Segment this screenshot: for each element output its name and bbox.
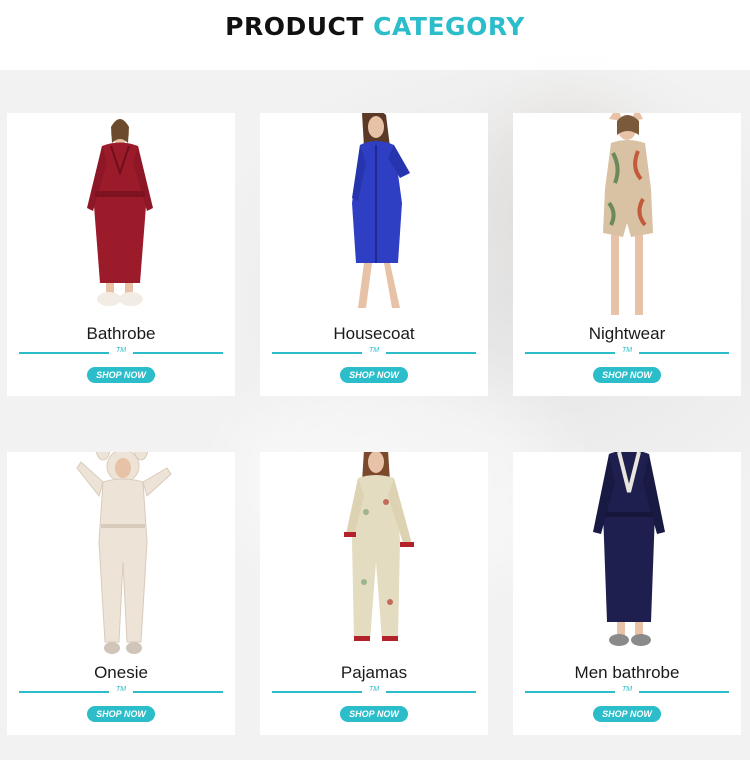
shop-now-button-pajamas[interactable]: SHOP NOW: [340, 706, 408, 722]
housecoat-figure-icon: [352, 113, 410, 308]
shop-now-button-nightwear[interactable]: SHOP NOW: [593, 367, 661, 383]
divider: TM: [19, 686, 223, 693]
divider: TM: [19, 347, 223, 354]
product-photo-nightwear[interactable]: [513, 113, 741, 323]
section-header: PRODUCT CATEGORY: [0, 0, 750, 70]
product-photo-onesie[interactable]: [7, 452, 235, 662]
divider: TM: [272, 686, 476, 693]
divider-right: [133, 352, 223, 354]
divider: TM: [525, 686, 729, 693]
product-name: Bathrobe: [86, 324, 156, 343]
product-card-pajamas[interactable]: Pajamas TM SHOP NOW: [260, 452, 488, 735]
product-name: Nightwear: [588, 324, 666, 343]
shop-now-button-bathrobe[interactable]: SHOP NOW: [87, 367, 155, 383]
product-card-bathrobe[interactable]: Bathrobe TM SHOP NOW: [7, 113, 235, 396]
product-card-men-bathrobe[interactable]: Men bathrobe TM SHOP NOW: [513, 452, 741, 735]
product-card-nightwear[interactable]: Nightwear TM SHOP NOW: [513, 113, 741, 396]
nightwear-figure-icon: [603, 113, 653, 315]
pajamas-figure-icon: [344, 452, 414, 641]
section-title: PRODUCT CATEGORY: [0, 12, 750, 42]
shop-now-button-men-bathrobe[interactable]: SHOP NOW: [593, 706, 661, 722]
product-name: Men bathrobe: [574, 663, 680, 682]
product-card-housecoat[interactable]: Housecoat TM SHOP NOW: [260, 113, 488, 396]
product-card-onesie[interactable]: Onesie TM SHOP NOW: [7, 452, 235, 735]
divider-right: [133, 691, 223, 693]
product-photo-bathrobe[interactable]: [7, 113, 235, 323]
men-bathrobe-figure-icon: [593, 452, 665, 646]
product-photo-men-bathrobe[interactable]: [513, 452, 741, 662]
product-name: Pajamas: [340, 663, 408, 682]
divider-right: [386, 691, 476, 693]
divider-right: [639, 691, 729, 693]
shop-now-button-onesie[interactable]: SHOP NOW: [87, 706, 155, 722]
divider-right: [639, 352, 729, 354]
product-name: Housecoat: [333, 324, 415, 343]
product-name: Onesie: [94, 663, 148, 682]
bathrobe-figure-icon: [87, 119, 153, 306]
title-word-product: PRODUCT: [225, 12, 364, 41]
title-word-category: CATEGORY: [373, 12, 525, 41]
product-photo-housecoat[interactable]: [260, 113, 488, 323]
product-photo-pajamas[interactable]: [260, 452, 488, 662]
divider: TM: [272, 347, 476, 354]
shop-now-button-housecoat[interactable]: SHOP NOW: [340, 367, 408, 383]
onesie-figure-icon: [76, 452, 172, 654]
divider: TM: [525, 347, 729, 354]
divider-right: [386, 352, 476, 354]
